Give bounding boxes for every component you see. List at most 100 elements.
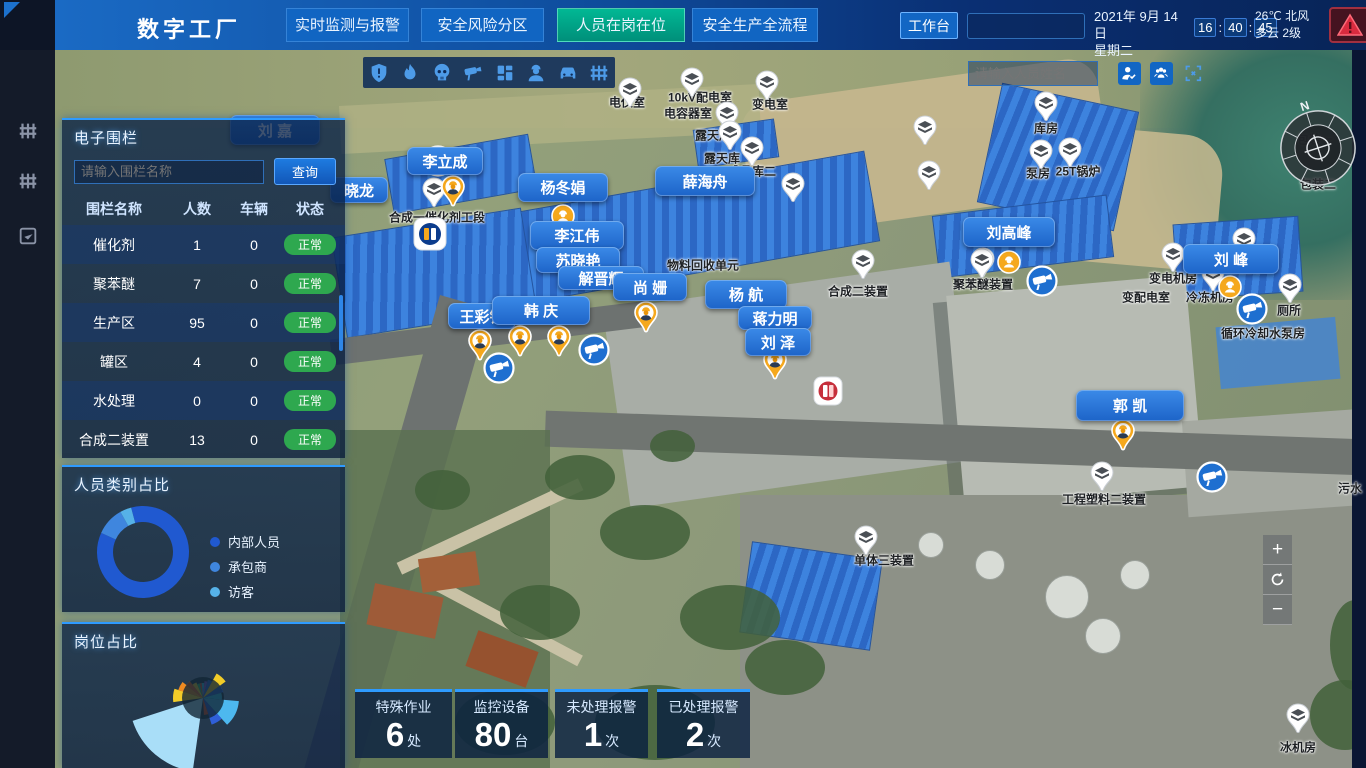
- person-name-tag[interactable]: 刘高峰: [963, 217, 1055, 247]
- refresh-icon: [1269, 571, 1286, 588]
- legend-label: 内部人员: [228, 532, 280, 551]
- date-display: 2021年 9月 14日 星期二: [1094, 8, 1190, 59]
- stat-label: 监控设备: [455, 697, 548, 717]
- fence-table-row[interactable]: 生产区950正常: [62, 303, 345, 342]
- stat-label: 未处理报警: [555, 697, 648, 717]
- header-search-input[interactable]: [967, 13, 1085, 39]
- fence-table-row[interactable]: 合成二装置130正常: [62, 420, 345, 459]
- zoom-in-button[interactable]: +: [1263, 535, 1292, 565]
- person-name-tag[interactable]: 刘 泽: [745, 328, 811, 356]
- person-name-tag[interactable]: 杨冬娟: [518, 173, 608, 202]
- stat-value: 1次: [555, 717, 648, 759]
- fence-people-count: 4: [166, 354, 228, 370]
- shield-alert-icon[interactable]: [368, 62, 390, 84]
- fence-table-row[interactable]: 罐区40正常: [62, 342, 345, 381]
- zoom-out-button[interactable]: −: [1263, 595, 1292, 625]
- person-name-tag[interactable]: 刘 峰: [1183, 244, 1279, 274]
- fence-name: 聚苯醚: [62, 274, 166, 294]
- tab-2[interactable]: 安全风险分区: [421, 8, 544, 42]
- person-category-donut-chart: [88, 497, 198, 607]
- tab-3[interactable]: 人员在岗在位: [557, 8, 685, 42]
- clock-hours: 16: [1194, 18, 1216, 37]
- fence-col-header: 围栏名称: [62, 199, 166, 219]
- fence-icon[interactable]: [588, 62, 610, 84]
- compass-north-label: N: [1298, 100, 1311, 114]
- stat-card: 已处理报警2次: [657, 689, 750, 758]
- flame-icon[interactable]: [399, 62, 421, 84]
- map-layer-toolbar: [363, 57, 615, 88]
- stat-label: 已处理报警: [657, 697, 750, 717]
- person-name-tag[interactable]: 李江伟: [530, 221, 624, 250]
- tab-1[interactable]: 实时监测与报警: [286, 8, 409, 42]
- person-category-legend: 内部人员承包商访客: [210, 532, 280, 607]
- fence-icon[interactable]: [17, 170, 39, 192]
- fence-table-header: 围栏名称人数车辆状态: [62, 193, 345, 225]
- grid-icon[interactable]: [494, 62, 516, 84]
- fence-vehicle-count: 0: [228, 276, 280, 292]
- fence-name: 合成二装置: [62, 430, 166, 450]
- fence-icon[interactable]: [17, 120, 39, 142]
- fence-table-row[interactable]: 催化剂10正常: [62, 225, 345, 264]
- person-search-input[interactable]: [968, 61, 1098, 86]
- fence-search-input[interactable]: [74, 160, 264, 184]
- person-name-tag[interactable]: 蒋力明: [738, 306, 812, 330]
- fence-people-count: 7: [166, 276, 228, 292]
- refresh-button[interactable]: [1263, 565, 1292, 595]
- logo-corner: [0, 0, 55, 50]
- legend-item: 访客: [210, 582, 280, 601]
- clock-minutes: 40: [1224, 18, 1246, 37]
- stat-value: 80台: [455, 717, 548, 759]
- tab-4[interactable]: 安全生产全流程: [692, 8, 818, 42]
- fence-people-count: 0: [166, 393, 228, 409]
- cctv-icon[interactable]: [462, 62, 484, 84]
- fence-status: 正常: [280, 234, 340, 255]
- status-badge: 正常: [284, 312, 336, 333]
- fence-vehicle-count: 0: [228, 315, 280, 331]
- stat-label: 特殊作业: [355, 697, 452, 717]
- weather-wind-dir: 北风: [1285, 8, 1309, 25]
- fence-table-row[interactable]: 水处理00正常: [62, 381, 345, 420]
- person-name-tag[interactable]: 尚 姗: [613, 273, 687, 301]
- fence-table-row[interactable]: 聚苯醚70正常: [62, 264, 345, 303]
- person-category-panel: 人员类别占比 内部人员承包商访客: [62, 465, 345, 612]
- weather-display: 26℃ 北风 多云 2级: [1255, 8, 1321, 42]
- status-badge: 正常: [284, 429, 336, 450]
- person-name-tag[interactable]: 李立成: [407, 147, 483, 175]
- fence-status: 正常: [280, 390, 340, 411]
- page-title: 数字工厂: [137, 12, 241, 44]
- legend-label: 访客: [228, 582, 254, 601]
- worker-icon[interactable]: [525, 62, 547, 84]
- fence-query-button[interactable]: 查询: [274, 158, 336, 185]
- fence-col-header: 人数: [166, 199, 228, 219]
- fence-people-count: 1: [166, 237, 228, 253]
- person-name-tag[interactable]: 杨 航: [705, 280, 787, 309]
- fence-table-scrollbar[interactable]: [339, 295, 343, 351]
- skull-icon[interactable]: [431, 62, 453, 84]
- fence-panel-title: 电子围栏: [62, 120, 345, 152]
- person-name-tag[interactable]: 韩 庆: [492, 296, 590, 325]
- alarm-button[interactable]: [1329, 7, 1366, 43]
- people-icon[interactable]: [1150, 62, 1173, 85]
- workbench-button[interactable]: 工作台: [900, 12, 958, 39]
- person-check-icon[interactable]: [1118, 62, 1141, 85]
- fence-people-count: 95: [166, 315, 228, 331]
- status-badge: 正常: [284, 351, 336, 372]
- stat-value: 2次: [657, 717, 750, 759]
- person-name-tag[interactable]: 郭 凯: [1076, 390, 1184, 421]
- logbook-icon[interactable]: [17, 225, 39, 247]
- left-icon-sidebar: [0, 50, 55, 768]
- fence-vehicle-count: 0: [228, 354, 280, 370]
- digital-factory-dashboard: 电仪室10kV配电室电容器室变电室露天库露天库成品库二库房泵房25T锅炉包装一包…: [0, 0, 1366, 768]
- fence-name: 罐区: [62, 352, 166, 372]
- position-ratio-rose-chart: [113, 608, 293, 768]
- stat-unit: 次: [605, 733, 619, 749]
- area-select-icon[interactable]: [1182, 62, 1205, 85]
- status-badge: 正常: [284, 273, 336, 294]
- alert-triangle-icon: [1337, 13, 1363, 37]
- fence-name: 催化剂: [62, 235, 166, 255]
- legend-dot: [210, 562, 220, 572]
- date-text: 2021年 9月 14日: [1094, 8, 1190, 42]
- car-icon[interactable]: [557, 62, 579, 84]
- person-name-tag[interactable]: 薛海舟: [655, 166, 755, 196]
- compass-control[interactable]: N: [1273, 100, 1363, 190]
